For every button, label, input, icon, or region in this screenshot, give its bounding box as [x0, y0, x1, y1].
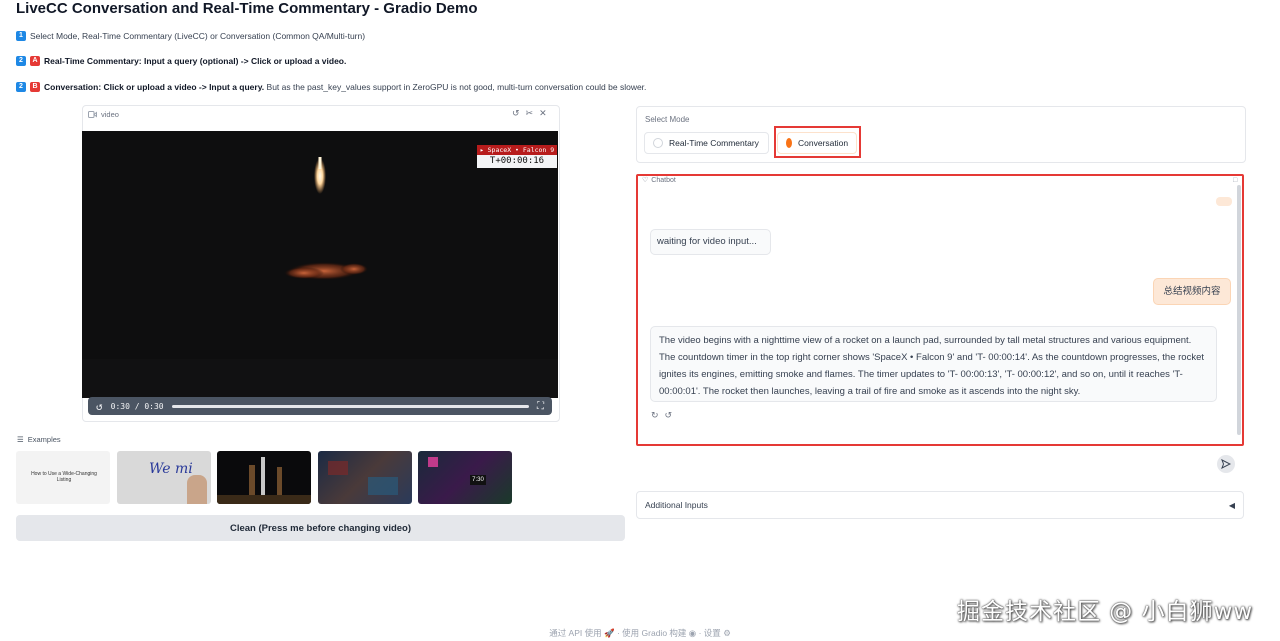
example-1-caption: How to Use a Wide-Changing Listing	[31, 471, 97, 483]
radio-real-time-commentary[interactable]: Real-Time Commentary	[644, 132, 769, 154]
keycap-2-icon: 2	[16, 56, 26, 66]
gear-icon: ⚙	[723, 628, 731, 638]
clear-chat-icon[interactable]: □	[1233, 177, 1237, 184]
example-5-caption: 7:30	[470, 475, 486, 485]
example-esports-game[interactable]: 7:30	[418, 451, 512, 504]
rocket-shape	[261, 457, 265, 495]
chat-bubble-icon: ♡	[642, 177, 649, 184]
example-handwriting[interactable]: We mi	[117, 451, 211, 504]
chat-scrollbar[interactable]	[1237, 185, 1241, 435]
undo-icon[interactable]: ↺	[665, 410, 673, 421]
crowd-patch	[368, 477, 398, 495]
undo-icon[interactable]: ↺	[512, 108, 520, 119]
replay-icon[interactable]: ↺	[96, 400, 103, 413]
send-button[interactable]	[1217, 455, 1235, 473]
send-icon	[1221, 459, 1231, 469]
crowd-patch	[328, 461, 348, 475]
tower-shape	[249, 465, 255, 497]
video-controls: ↺ 0:30 / 0:30 ⛶	[88, 397, 552, 415]
tower-shape	[277, 467, 282, 497]
keycap-2-icon: 2	[16, 82, 26, 92]
rocket-launch-frame	[82, 131, 558, 398]
radio-checked-icon	[786, 138, 792, 148]
keycap-b-icon: B	[30, 82, 40, 92]
countdown-overlay: T+00:00:16	[477, 155, 557, 168]
bot-message: The video begins with a nighttime view o…	[650, 326, 1217, 402]
step-1-text: Select Mode, Real-Time Commentary (LiveC…	[30, 31, 366, 41]
seek-bar[interactable]	[171, 404, 529, 408]
example-whiteboard-text[interactable]: How to Use a Wide-Changing Listing	[16, 451, 110, 504]
chatbot-label: ♡ Chatbot	[642, 176, 676, 185]
radio-label: Conversation	[798, 138, 849, 148]
page-title: LiveCC Conversation and Real-Time Commen…	[16, 0, 478, 17]
video-label: video	[88, 110, 119, 119]
step-1: 1 Select Mode, Real-Time Commentary (Liv…	[16, 31, 365, 41]
video-toolbar: ↺ ✂ ✕	[512, 108, 547, 119]
keycap-a-icon: A	[30, 56, 40, 66]
footer: 通过 API 使用 🚀 · 使用 Gradio 构建 ◉ · 设置 ⚙	[549, 628, 731, 638]
watermark: 掘金技术社区 @ 小白狮ww	[957, 599, 1254, 625]
radio-label: Real-Time Commentary	[669, 138, 759, 148]
user-bubble-empty	[1216, 197, 1232, 206]
bot-message: waiting for video input...	[650, 229, 771, 255]
radio-unchecked-icon	[653, 138, 663, 148]
step-2b: 2 B Conversation: Click or upload a vide…	[16, 82, 646, 92]
caret-left-icon: ◀	[1228, 500, 1235, 510]
rocket-icon: 🚀	[604, 628, 615, 638]
user-message: 总结视频内容	[1153, 278, 1231, 305]
step-2b-text: But as the past_key_values support in Ze…	[264, 82, 647, 92]
ui-patch	[428, 457, 438, 467]
clean-button[interactable]: Clean (Press me before changing video)	[16, 515, 625, 541]
mode-label: Select Mode	[645, 115, 690, 124]
fullscreen-icon[interactable]: ⛶	[537, 401, 544, 412]
message-actions: ↻ ↺	[651, 410, 672, 421]
chatbot-label-text: Chatbot	[651, 176, 676, 184]
hand-shape	[187, 475, 207, 504]
footer-gradio-link[interactable]: 使用 Gradio 构建	[622, 628, 686, 638]
list-icon: ☰	[17, 435, 24, 444]
footer-api-link[interactable]: 通过 API 使用	[549, 628, 601, 638]
gradio-logo-icon: ◉	[688, 628, 697, 638]
time-display: 0:30 / 0:30	[110, 401, 164, 411]
video-label-text: video	[101, 110, 119, 119]
examples-label-text: Examples	[27, 435, 61, 444]
scissors-icon[interactable]: ✂	[526, 108, 534, 119]
refresh-icon[interactable]: ↻	[651, 410, 659, 421]
close-icon[interactable]: ✕	[539, 108, 547, 119]
radio-conversation[interactable]: Conversation	[777, 132, 857, 154]
video-player[interactable]	[82, 131, 558, 398]
step-2b-bold: Conversation: Click or upload a video ->…	[44, 82, 265, 92]
ground-shape	[217, 495, 311, 504]
example-rocket-launchpad[interactable]	[217, 451, 311, 504]
example-2-caption: We mi	[149, 461, 193, 477]
example-crowd-stadium[interactable]	[318, 451, 412, 504]
chatbot-panel	[636, 174, 1244, 446]
step-2a-text: Real-Time Commentary: Input a query (opt…	[44, 56, 347, 66]
keycap-1-icon: 1	[16, 31, 26, 41]
additional-inputs-label: Additional Inputs	[645, 500, 708, 510]
footer-settings-link[interactable]: 设置	[704, 628, 721, 638]
video-camera-icon	[88, 111, 97, 118]
examples-label: ☰ Examples	[17, 435, 61, 444]
step-2a: 2 A Real-Time Commentary: Input a query …	[16, 56, 346, 66]
spacex-overlay-badge: ▸ SpaceX • Falcon 9	[477, 145, 557, 155]
additional-inputs-accordion[interactable]: Additional Inputs ◀	[636, 491, 1244, 519]
